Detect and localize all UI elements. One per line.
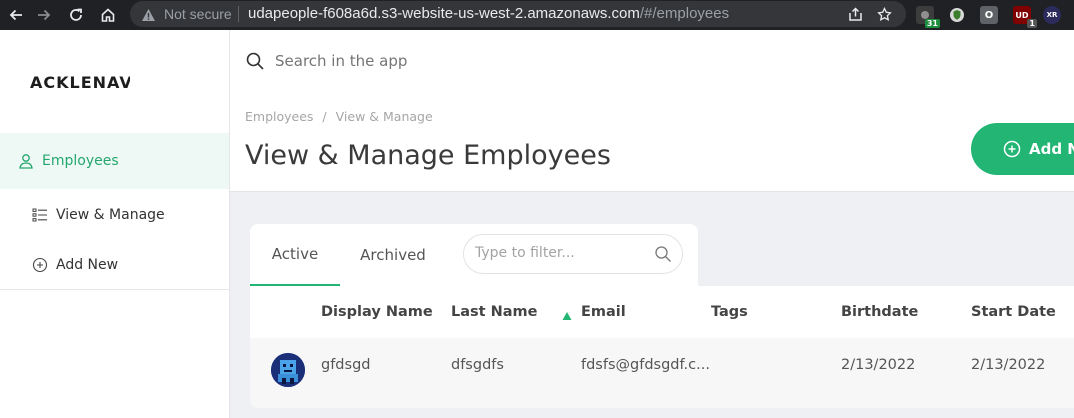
app-search <box>245 44 935 78</box>
sidebar-item-label: Add New <box>56 257 119 273</box>
column-header-tags[interactable]: Tags <box>711 286 748 338</box>
search-input[interactable] <box>273 51 877 71</box>
forward-icon[interactable] <box>32 0 56 30</box>
sort-ascending-icon[interactable] <box>562 306 572 325</box>
column-header-last-name[interactable]: Last Name <box>451 286 538 338</box>
share-icon[interactable] <box>846 5 864 23</box>
sidebar-item-employees[interactable]: Employees <box>0 133 229 189</box>
tab-archived[interactable]: Archived <box>348 224 438 286</box>
url-host: udapeople-f608a6d.s3-website-us-west-2.a… <box>248 5 640 22</box>
list-icon <box>31 206 49 224</box>
page-title: View & Manage Employees <box>245 140 611 171</box>
security-label[interactable]: Not secure <box>164 6 232 22</box>
url-divider <box>238 6 239 22</box>
cell-last-name: dfsgdfs <box>451 357 504 373</box>
extension-badge: 31 <box>924 19 940 28</box>
filter-input[interactable] <box>473 244 647 262</box>
column-header-birthdate[interactable]: Birthdate <box>841 286 918 338</box>
app-logo[interactable]: ACKLENAVENUE <box>30 73 130 92</box>
employees-card: Active Archived Display Name Last Name E… <box>250 224 1074 408</box>
column-header-start-date[interactable]: Start Date <box>971 286 1056 338</box>
sidebar-divider <box>0 289 229 290</box>
sidebar-item-view-manage[interactable]: View & Manage <box>0 202 229 228</box>
xr-ext-icon[interactable]: XR <box>1043 6 1061 24</box>
app-topbar <box>230 30 1074 90</box>
sidebar-item-add-new[interactable]: Add New <box>0 252 229 278</box>
column-header-email[interactable]: Email <box>581 286 626 338</box>
ublock-ext-icon[interactable]: UD 1 <box>1013 6 1037 28</box>
bookmark-star-icon[interactable] <box>875 5 893 23</box>
tabs-bar: Active Archived <box>250 224 698 286</box>
home-icon[interactable] <box>96 0 120 30</box>
plus-circle-icon <box>1003 140 1021 158</box>
add-new-button-label: Add New <box>1029 140 1074 158</box>
table-header: Display Name Last Name Email Tags Birthd… <box>250 286 1074 338</box>
puzzle-ext-icon[interactable]: 31 <box>916 6 940 28</box>
cell-display-name: gfdsgd <box>321 357 371 373</box>
table-row[interactable]: gfdsgd dfsgdfs fdsfs@gfdsgdf.c... 2/13/2… <box>250 338 1074 408</box>
search-icon[interactable] <box>654 245 672 267</box>
browser-toolbar: Not secure udapeople-f608a6d.s3-website-… <box>0 0 1074 30</box>
filter-box <box>463 234 683 274</box>
cell-start-date: 2/13/2022 <box>971 357 1046 373</box>
extension-badge: 1 <box>1027 19 1037 28</box>
plus-circle-icon <box>31 256 49 274</box>
search-icon <box>245 51 265 71</box>
user-icon <box>17 152 35 170</box>
column-header-display-name[interactable]: Display Name <box>321 286 433 338</box>
warning-icon[interactable] <box>141 7 156 26</box>
breadcrumb-item-view-manage: View & Manage <box>335 109 433 124</box>
sidebar: ACKLENAVENUE Employees View & Manage Add… <box>0 30 230 418</box>
ublock-ext-label: UD <box>1015 10 1029 20</box>
breadcrumb: Employees / View & Manage <box>245 109 433 124</box>
add-new-button[interactable]: Add New <box>971 123 1074 175</box>
content-area: Active Archived Display Name Last Name E… <box>230 192 1074 418</box>
reload-icon[interactable] <box>64 0 88 30</box>
back-icon[interactable] <box>4 0 28 30</box>
address-bar[interactable]: Not secure udapeople-f608a6d.s3-website-… <box>130 1 906 27</box>
breadcrumb-separator: / <box>322 109 327 124</box>
sidebar-item-label: Employees <box>42 153 119 169</box>
url-path: /#/employees <box>639 5 730 22</box>
tab-active[interactable]: Active <box>250 224 340 286</box>
shield-ext-icon[interactable] <box>948 6 966 24</box>
o-ext-icon[interactable]: O <box>980 6 998 24</box>
url-text[interactable]: udapeople-f608a6d.s3-website-us-west-2.a… <box>248 5 729 22</box>
sidebar-item-label: View & Manage <box>56 207 165 223</box>
cell-birthdate: 2/13/2022 <box>841 357 916 373</box>
breadcrumb-item-employees[interactable]: Employees <box>245 109 313 124</box>
cell-email: fdsfs@gfdsgdf.c... <box>581 357 710 373</box>
avatar <box>271 353 305 387</box>
page-header: Employees / View & Manage View & Manage Em… <box>230 90 1074 192</box>
